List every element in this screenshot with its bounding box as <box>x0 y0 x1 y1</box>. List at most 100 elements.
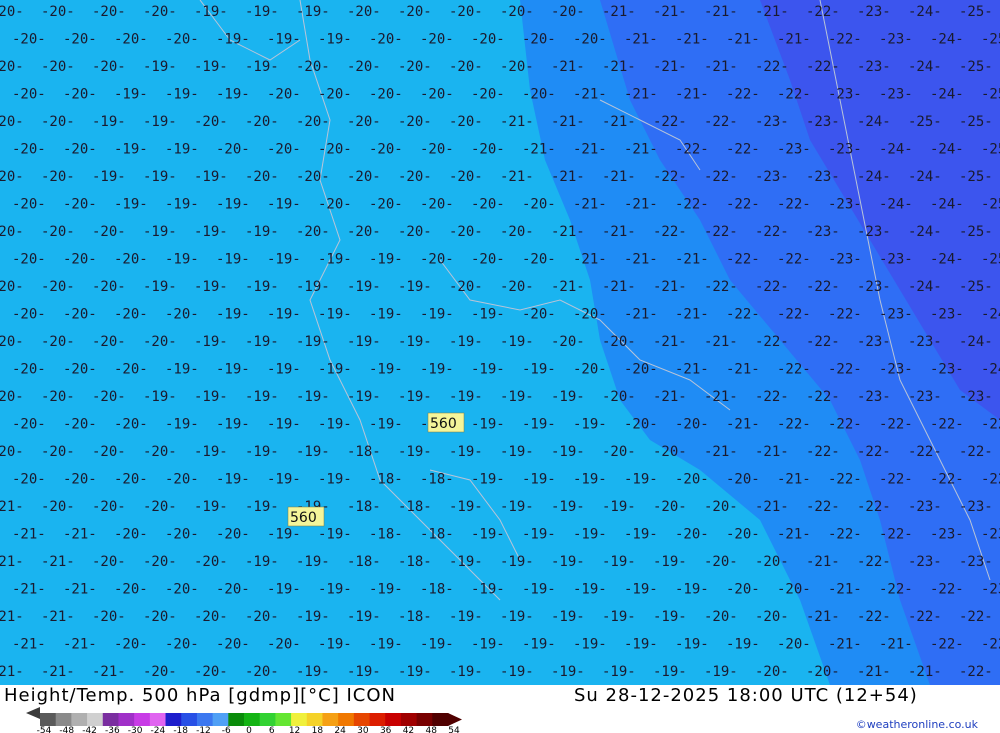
contour-value-label: -20- <box>12 362 46 378</box>
contour-value-label: -19- <box>216 197 250 213</box>
legend-swatch <box>55 713 72 726</box>
contour-value-label: -19- <box>92 169 126 185</box>
contour-value-label: -18- <box>398 554 432 570</box>
contour-value-label: -23- <box>908 554 942 570</box>
legend-tick-label: -24 <box>151 726 166 733</box>
contour-value-label: -19- <box>296 664 330 680</box>
contour-value-label: -22- <box>777 252 811 268</box>
contour-value-label: -23- <box>828 142 862 158</box>
contour-value-label: -19- <box>194 224 228 240</box>
contour-value-label: -19- <box>318 582 352 598</box>
contour-value-label: -18- <box>347 499 381 515</box>
contour-value-label: -22- <box>981 417 1000 433</box>
contour-value-label: -20- <box>296 224 330 240</box>
contour-value-label: -19- <box>471 637 505 653</box>
contour-value-label: -23- <box>857 59 891 75</box>
contour-value-label: -20- <box>449 169 483 185</box>
contour-value-label: -19- <box>347 279 381 295</box>
contour-value-label: -20- <box>602 334 636 350</box>
legend-swatch <box>416 713 433 726</box>
contour-value-label: -21- <box>573 197 607 213</box>
contour-value-label: -20- <box>471 252 505 268</box>
contour-value-label: -20- <box>12 307 46 323</box>
contour-value-label: -18- <box>369 527 403 543</box>
map-title: Height/Temp. 500 hPa [gdmp][°C] ICON <box>4 685 396 706</box>
legend-swatch <box>369 713 386 726</box>
contour-value-label: -24- <box>930 142 964 158</box>
contour-value-label: -22- <box>675 197 709 213</box>
legend-swatch <box>87 713 104 726</box>
contour-value-label: -19- <box>420 637 454 653</box>
contour-value-label: -18- <box>398 609 432 625</box>
contour-value-label: -20- <box>500 279 534 295</box>
contour-value-label: -23- <box>930 362 964 378</box>
contour-value-label: -22- <box>806 4 840 20</box>
contour-value-label: -23- <box>908 389 942 405</box>
contour-value-label: -19- <box>551 444 585 460</box>
contour-value-label: -20- <box>369 32 403 48</box>
contour-value-label: -20- <box>12 252 46 268</box>
contour-value-label: -20- <box>165 307 199 323</box>
contour-value-label: -24- <box>879 142 913 158</box>
contour-value-label: -21- <box>704 444 738 460</box>
contour-value-label: -22- <box>777 87 811 103</box>
contour-value-label: -19- <box>245 279 279 295</box>
contour-value-label: -22- <box>828 472 862 488</box>
contour-value-label: -20- <box>194 554 228 570</box>
contour-value-label: -22- <box>777 417 811 433</box>
contour-value-label: -20- <box>12 197 46 213</box>
credit-link[interactable]: ©weatheronline.co.uk <box>856 718 978 731</box>
contour-value-label: -22- <box>981 637 1000 653</box>
contour-value-label: -19- <box>143 279 177 295</box>
contour-value-label: -22- <box>857 444 891 460</box>
contour-value-label: -20- <box>63 197 97 213</box>
contour-value-label: -20- <box>369 142 403 158</box>
contour-value-label: -19- <box>602 609 636 625</box>
contour-value-label: -21- <box>0 554 24 570</box>
contour-value-label: -21- <box>573 252 607 268</box>
contour-value-label: -19- <box>296 279 330 295</box>
contour-value-label: -24- <box>908 4 942 20</box>
legend-tick-label: -12 <box>196 726 211 733</box>
height-label-560-lower: 560 <box>287 506 325 527</box>
contour-value-label: -21- <box>500 114 534 130</box>
contour-value-label: -20- <box>92 59 126 75</box>
contour-value-label: -20- <box>726 472 760 488</box>
contour-value-label: -20- <box>114 417 148 433</box>
contour-value-label: -18- <box>420 472 454 488</box>
contour-value-label: -20- <box>704 609 738 625</box>
temperature-map-canvas: -20- -20- -20- -20- -19- -19- -19- -20- -20- -20-… <box>0 0 1000 685</box>
contour-value-label: -23- <box>806 114 840 130</box>
contour-value-label: -20- <box>471 197 505 213</box>
contour-value-label: -21- <box>675 252 709 268</box>
contour-value-label: -21- <box>806 609 840 625</box>
contour-value-label: -20- <box>551 4 585 20</box>
legend-tick-label: 24 <box>334 726 346 733</box>
contour-value-label: -19- <box>398 389 432 405</box>
contour-value-label: -20- <box>92 279 126 295</box>
contour-value-label: -18- <box>420 582 454 598</box>
contour-value-label: -20- <box>194 609 228 625</box>
contour-value-label: -21- <box>551 59 585 75</box>
contour-value-label: -22- <box>857 554 891 570</box>
contour-value-label: -19- <box>369 417 403 433</box>
contour-value-label: -19- <box>296 4 330 20</box>
contour-value-label: -19- <box>471 582 505 598</box>
contour-value-label: -24- <box>930 252 964 268</box>
contour-value-label: -19- <box>318 637 352 653</box>
contour-value-label: -20- <box>63 142 97 158</box>
contour-value-label: -21- <box>92 664 126 680</box>
contour-value-label: -21- <box>653 279 687 295</box>
contour-value-label: -20- <box>471 142 505 158</box>
contour-value-label: -21- <box>726 32 760 48</box>
contour-value-label: -21- <box>857 664 891 680</box>
contour-value-label: -19- <box>194 59 228 75</box>
legend-tick-label: 42 <box>403 726 414 733</box>
contour-value-label: -20- <box>471 87 505 103</box>
contour-value-label: -23- <box>879 362 913 378</box>
contour-value-label: -21- <box>573 87 607 103</box>
contour-value-label: -24- <box>879 197 913 213</box>
contour-value-label: -19- <box>318 362 352 378</box>
legend-swatch <box>385 713 402 726</box>
contour-value-label: -24- <box>908 279 942 295</box>
